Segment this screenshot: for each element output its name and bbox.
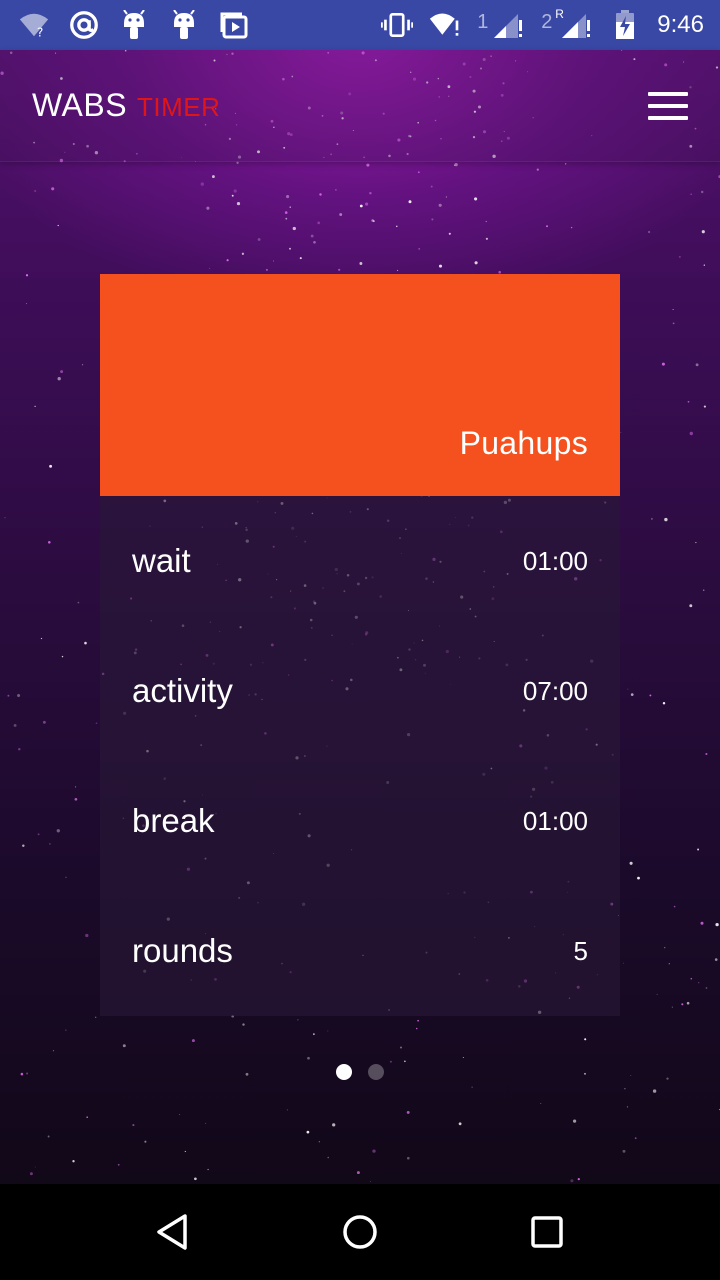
setting-row-activity[interactable]: activity 07:00 [100,626,620,756]
setting-row-rounds[interactable]: rounds 5 [100,886,620,1016]
media-icon [218,9,250,41]
setting-label: break [132,802,215,839]
page-dot-1[interactable] [336,1064,352,1080]
vibrate-icon [381,9,414,41]
app-title: WABS TIMER [32,87,220,124]
page-indicator [0,1064,720,1080]
setting-value: 07:00 [522,675,588,706]
sim1-label: 1 [477,11,489,33]
page-dot-2[interactable] [368,1064,384,1080]
setting-row-break[interactable]: break 01:00 [100,756,620,886]
setting-value: 01:00 [522,545,588,576]
setting-label: rounds [132,932,233,969]
svg-text:?: ? [37,25,44,39]
hamburger-menu-icon[interactable] [648,91,688,120]
navigation-bar [0,1184,720,1280]
back-icon[interactable] [143,1202,203,1262]
recents-icon[interactable] [517,1202,577,1262]
wifi-question-icon: ? [18,9,50,41]
roaming-label: R [555,7,564,21]
card-header: Puahups [100,274,620,496]
android-icon [118,9,150,41]
status-bar: ? 1 2 R 9:46 [0,0,720,50]
battery-charging-icon [609,9,641,41]
setting-label: wait [132,542,191,579]
at-icon [68,9,100,41]
setting-value: 5 [573,935,588,966]
setting-label: activity [132,672,233,709]
wifi-alert-icon [429,9,461,41]
android-icon [168,9,200,41]
timer-card[interactable]: Puahups wait 01:00 activity 07:00 break … [100,274,620,1016]
signal-2-roaming-icon: 2 R [541,7,593,41]
card-body: wait 01:00 activity 07:00 break 01:00 ro… [100,496,620,1016]
signal-1-icon: 1 [477,9,525,41]
sim2-label: 2 [541,11,553,33]
clock: 9:46 [657,11,704,38]
home-icon[interactable] [330,1202,390,1262]
card-title: Puahups [459,425,588,461]
app-title-sub: TIMER [137,92,221,122]
setting-value: 01:00 [522,805,588,836]
app-title-main: WABS [32,87,128,123]
app-bar: WABS TIMER [0,50,720,162]
setting-row-wait[interactable]: wait 01:00 [100,496,620,626]
